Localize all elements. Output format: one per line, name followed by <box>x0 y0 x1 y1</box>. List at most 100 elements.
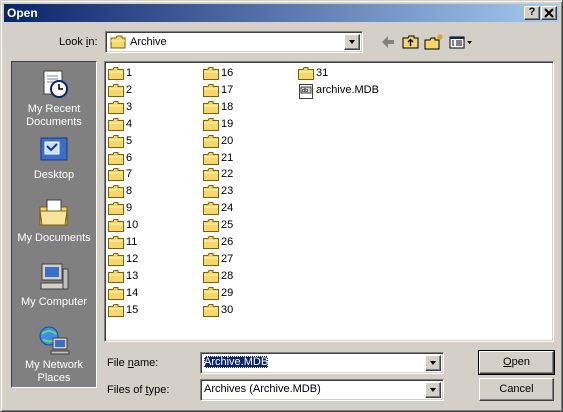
open-button[interactable]: Open <box>478 350 555 375</box>
folder-item[interactable]: 27 <box>203 251 233 267</box>
file-item[interactable]: db archive.MDB <box>298 82 379 99</box>
folder-label: 31 <box>316 67 329 79</box>
folder-label: 15 <box>126 303 139 316</box>
place-my-documents[interactable]: My Documents <box>12 197 96 245</box>
folder-icon <box>108 252 124 266</box>
folder-item[interactable]: 13 <box>108 268 138 284</box>
folder-item[interactable]: 7 <box>108 166 132 182</box>
folder-icon <box>108 168 124 182</box>
new-folder-button[interactable] <box>424 33 444 51</box>
folder-icon <box>108 67 124 80</box>
file-name-dropdown-button[interactable] <box>425 355 441 371</box>
folder-item[interactable]: 22 <box>203 166 233 182</box>
folder-icon <box>108 303 124 317</box>
file-list[interactable]: 1 2 3 4 5 6 7 8 9 10 11 12 13 14 15 16 17 18 19 20 21 22 23 24 2… <box>104 61 554 342</box>
folder-label: 10 <box>126 219 139 232</box>
folder-icon <box>108 134 124 148</box>
folder-icon <box>108 100 124 114</box>
folder-icon <box>203 134 219 148</box>
place-label: Desktop <box>33 169 75 181</box>
folder-item[interactable]: 16 <box>203 65 233 81</box>
folder-icon <box>298 67 314 80</box>
look-in-dropdown-button[interactable] <box>344 34 360 50</box>
folder-item[interactable]: 26 <box>203 234 233 250</box>
svg-text:db: db <box>302 88 308 94</box>
place-my-computer[interactable]: My Computer <box>12 261 96 309</box>
folder-item[interactable]: 6 <box>108 150 132 166</box>
folder-item[interactable]: 12 <box>108 251 138 267</box>
close-icon <box>544 8 554 18</box>
folder-icon <box>203 286 219 300</box>
folder-item[interactable]: 1 <box>108 65 132 81</box>
place-label: My Network Places <box>24 359 84 384</box>
folder-item[interactable]: 10 <box>108 217 138 233</box>
folder-label: 11 <box>126 236 138 248</box>
folder-label: 16 <box>221 67 234 79</box>
file-label: archive.MDB <box>316 83 379 96</box>
folder-open-icon <box>110 35 126 49</box>
file-type-dropdown-button[interactable] <box>425 382 441 398</box>
close-button[interactable] <box>541 6 557 20</box>
folder-icon <box>203 269 219 283</box>
folder-item[interactable]: 15 <box>108 302 138 318</box>
folder-icon <box>203 168 219 182</box>
folder-item[interactable]: 19 <box>203 116 233 132</box>
help-button[interactable]: ? <box>524 6 540 20</box>
folder-item[interactable]: 9 <box>108 200 132 216</box>
place-label: My Computer <box>20 296 88 308</box>
folder-item[interactable]: 5 <box>108 133 132 149</box>
folder-item[interactable]: 18 <box>203 99 233 115</box>
folder-label: 27 <box>221 252 234 265</box>
folder-label: 29 <box>221 286 234 299</box>
folder-item[interactable]: 21 <box>203 150 233 166</box>
folder-item[interactable]: 30 <box>203 302 233 318</box>
folder-label: 4 <box>126 117 133 130</box>
folder-item[interactable]: 25 <box>203 217 233 233</box>
back-icon <box>382 36 394 48</box>
folder-item[interactable]: 20 <box>203 133 233 149</box>
folder-icon <box>203 83 219 97</box>
folder-item[interactable]: 2 <box>108 82 132 98</box>
folder-icon <box>203 185 219 199</box>
folder-label: 8 <box>126 185 133 198</box>
open-dialog: Open ? Look in: Archive My Recent Docume… <box>0 0 563 412</box>
folder-item[interactable]: 3 <box>108 99 132 115</box>
look-in-label: Look in: <box>59 36 98 48</box>
folder-item[interactable]: 29 <box>203 285 233 301</box>
file-type-select[interactable]: Archives (Archive.MDB) <box>200 379 444 401</box>
back-button[interactable] <box>378 33 398 51</box>
folder-icon <box>203 202 219 216</box>
folder-item[interactable]: 8 <box>108 183 132 199</box>
title-bar[interactable]: Open ? <box>4 4 559 22</box>
up-one-level-button[interactable] <box>401 33 421 51</box>
folder-icon <box>203 236 219 249</box>
place-my-recent-documents[interactable]: My Recent Documents <box>12 68 96 129</box>
folder-label: 30 <box>221 303 234 316</box>
folder-label: 23 <box>221 185 234 198</box>
folder-icon <box>108 236 124 249</box>
folder-label: 17 <box>221 83 234 96</box>
folder-item[interactable]: 23 <box>203 183 233 199</box>
folder-label: 26 <box>221 236 234 248</box>
file-name-value[interactable]: Archive.MDB <box>204 356 269 368</box>
folder-item[interactable]: 17 <box>203 82 233 98</box>
folder-icon <box>108 219 124 233</box>
place-my-network-places[interactable]: My Network Places <box>12 324 96 385</box>
cancel-button[interactable]: Cancel <box>479 378 554 401</box>
file-name-field[interactable]: Archive.MDB <box>200 352 444 374</box>
my-documents-icon <box>39 199 68 226</box>
look-in-combo[interactable]: Archive <box>105 31 363 53</box>
file-type-label: Files of type: <box>107 384 170 396</box>
folder-item[interactable]: 28 <box>203 268 233 284</box>
folder-item[interactable]: 11 <box>108 234 137 250</box>
folder-item[interactable]: 14 <box>108 285 138 301</box>
folder-item[interactable]: 4 <box>108 116 132 132</box>
folder-item[interactable]: 31 <box>298 65 328 81</box>
folder-icon <box>203 100 219 114</box>
folder-icon <box>108 83 124 97</box>
place-desktop[interactable]: Desktop <box>12 134 96 182</box>
views-menu-button[interactable] <box>448 33 474 51</box>
folder-label: 25 <box>221 219 234 232</box>
folder-icon <box>203 117 219 131</box>
folder-item[interactable]: 24 <box>203 200 233 216</box>
